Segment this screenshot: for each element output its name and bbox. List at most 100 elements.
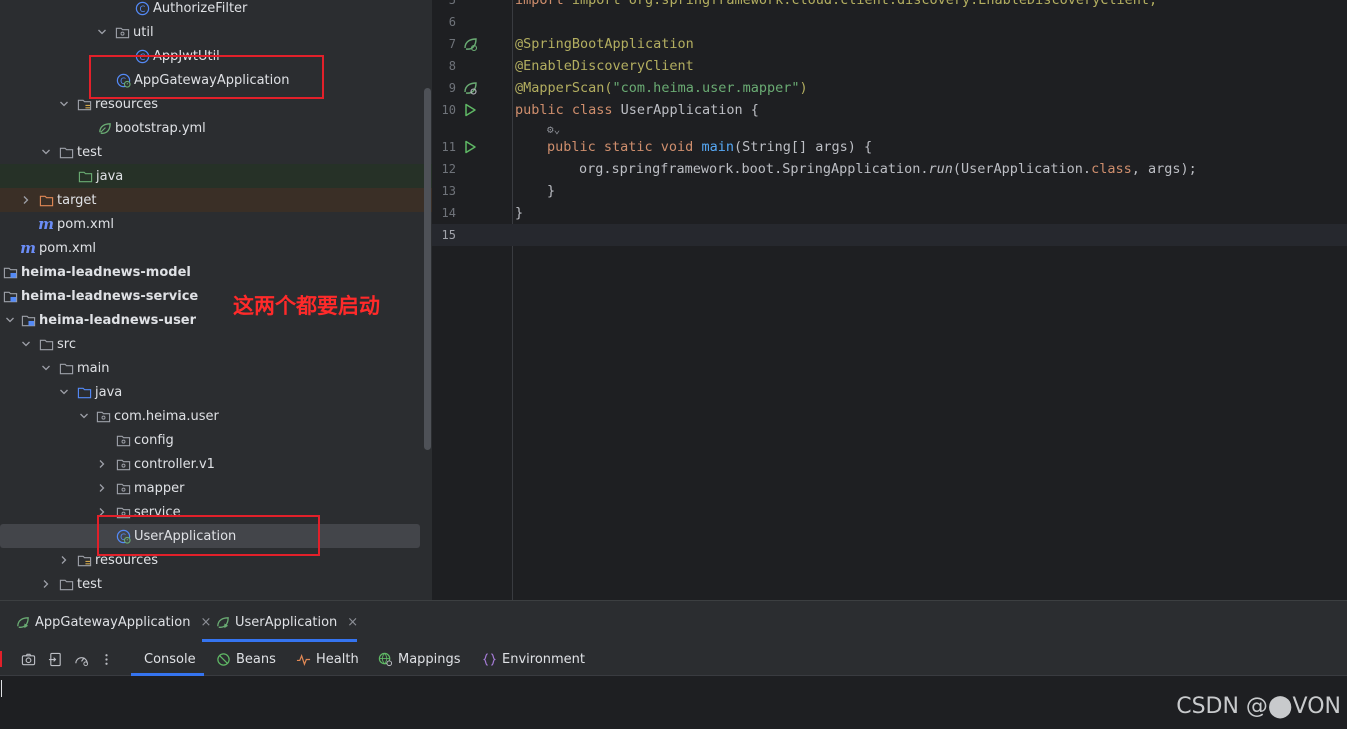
- tree-item-pom-xml[interactable]: m pom.xml: [0, 236, 432, 260]
- camera-icon[interactable]: [20, 651, 36, 667]
- beans-tab-label: Beans: [236, 651, 276, 667]
- tree-item-mapper[interactable]: mapper: [0, 476, 432, 500]
- chevron-down-icon[interactable]: [94, 24, 110, 40]
- run-tool-window-tabs: AppGatewayApplication × UserApplication …: [0, 600, 1347, 642]
- chevron-down-icon[interactable]: [38, 144, 54, 160]
- line-number: 6: [448, 15, 456, 29]
- keyword: class: [1091, 161, 1132, 177]
- tree-item-config[interactable]: config: [0, 428, 432, 452]
- line-number: 5: [448, 0, 456, 7]
- code-line: 8 @EnableDiscoveryClient: [432, 55, 1347, 77]
- line-number: 14: [441, 206, 456, 220]
- tree-item-main[interactable]: main: [0, 356, 432, 380]
- tree-item-heima-leadnews-model[interactable]: heima-leadnews-model: [0, 260, 432, 284]
- chevron-down-icon[interactable]: [56, 96, 72, 112]
- tree-item-label: controller.v1: [134, 456, 215, 472]
- spring-boot-run-icon: [214, 614, 230, 630]
- tree-item-util[interactable]: util: [0, 20, 432, 44]
- annotation-springbootapplication: @SpringBootApplication: [515, 36, 694, 52]
- code-line: 6: [432, 11, 1347, 33]
- import-keyword: import: [515, 0, 572, 8]
- run-gutter-icon[interactable]: [462, 102, 478, 118]
- line-number: 11: [441, 140, 456, 154]
- folder-icon: [58, 144, 74, 160]
- tree-item-label: com.heima.user: [114, 408, 219, 424]
- run-tab-appgatewayapplication[interactable]: AppGatewayApplication ×: [14, 609, 211, 635]
- test-source-folder-icon: [77, 168, 93, 184]
- current-code-line: 15: [432, 224, 1347, 246]
- environment-tab-label: Environment: [502, 651, 586, 667]
- tree-item-controller-v1[interactable]: controller.v1: [0, 452, 432, 476]
- health-tab[interactable]: Health: [295, 642, 359, 676]
- module-icon: [20, 312, 36, 328]
- package-icon: [115, 456, 131, 472]
- svg-text:C: C: [139, 3, 145, 13]
- more-options-icon[interactable]: [98, 651, 114, 667]
- text-caret: [1, 680, 2, 697]
- beans-tab[interactable]: Beans: [215, 642, 276, 676]
- environment-tab[interactable]: Environment: [481, 642, 585, 676]
- mappings-icon: [377, 651, 393, 667]
- environment-icon: [481, 651, 497, 667]
- line-number: 15: [441, 228, 456, 242]
- annotation-note: 这两个都要启动: [233, 294, 380, 318]
- highlight-box-user: [97, 515, 320, 556]
- code-line: 10 public class UserApplication {: [432, 99, 1347, 121]
- stop-indicator[interactable]: [0, 651, 2, 667]
- tree-item-target[interactable]: target: [0, 188, 432, 212]
- tree-item-label: bootstrap.yml: [115, 120, 206, 136]
- keyword: public static void: [547, 139, 702, 155]
- tree-item-com-heima-user[interactable]: com.heima.user: [0, 404, 432, 428]
- health-icon: [295, 651, 311, 667]
- package-icon: [95, 408, 111, 424]
- chevron-right-icon[interactable]: [38, 576, 54, 592]
- run-tab-userapplication[interactable]: UserApplication ×: [214, 609, 358, 635]
- close-icon[interactable]: ×: [200, 615, 211, 630]
- tree-item-src[interactable]: src: [0, 332, 432, 356]
- code-editor[interactable]: 5 import import org.springframework.clou…: [432, 0, 1347, 600]
- exit-icon[interactable]: [47, 651, 63, 667]
- mappings-tab[interactable]: Mappings: [377, 642, 461, 676]
- tree-item-test[interactable]: test: [0, 572, 432, 596]
- excluded-folder-icon: [38, 192, 54, 208]
- chevron-right-icon[interactable]: [18, 192, 34, 208]
- console-tab[interactable]: Console: [144, 642, 196, 676]
- tree-item-authorizefilter[interactable]: C AuthorizeFilter: [0, 0, 432, 20]
- module-icon: [2, 288, 18, 304]
- code-line: 11 public static void main(String[] args…: [432, 136, 1347, 158]
- tree-item-test-java[interactable]: java: [0, 164, 432, 188]
- chevron-right-icon[interactable]: [94, 456, 110, 472]
- tree-item-test[interactable]: test: [0, 140, 432, 164]
- tree-item-label: java: [96, 168, 124, 184]
- tree-item-label: pom.xml: [39, 240, 96, 256]
- run-gutter-icon[interactable]: [462, 139, 478, 155]
- close-icon[interactable]: ×: [347, 615, 358, 630]
- package-icon: [114, 24, 130, 40]
- method-name: main: [701, 139, 734, 155]
- chevron-down-icon[interactable]: [56, 384, 72, 400]
- tree-item-label: test: [77, 576, 102, 592]
- code-line: 12 org.springframework.boot.SpringApplic…: [432, 158, 1347, 180]
- chevron-down-icon[interactable]: [38, 360, 54, 376]
- source-folder-icon: [76, 384, 92, 400]
- chevron-right-icon[interactable]: [56, 552, 72, 568]
- tree-item-pom-xml[interactable]: m pom.xml: [0, 212, 432, 236]
- chevron-down-icon[interactable]: [76, 408, 92, 424]
- console-tab-label: Console: [144, 651, 196, 667]
- spring-bean-gutter-icon[interactable]: [462, 36, 478, 52]
- chevron-down-icon[interactable]: [2, 312, 18, 328]
- tree-item-bootstrap-yml[interactable]: bootstrap.yml: [0, 116, 432, 140]
- tree-item-label: heima-leadnews-user: [39, 312, 197, 328]
- closing-brace: }: [547, 183, 556, 199]
- folder-icon: [58, 576, 74, 592]
- tree-item-main-java[interactable]: java: [0, 380, 432, 404]
- call-args: (UserApplication.: [952, 161, 1092, 177]
- run-tab-label: AppGatewayApplication: [35, 614, 191, 630]
- closing-brace: }: [515, 205, 524, 221]
- tree-scrollbar[interactable]: [424, 88, 431, 450]
- console-output[interactable]: CSDN @⬤VON: [0, 676, 1347, 729]
- spring-bean-search-gutter-icon[interactable]: [462, 80, 478, 96]
- chevron-right-icon[interactable]: [94, 480, 110, 496]
- gauge-icon[interactable]: [73, 651, 89, 667]
- chevron-down-icon[interactable]: [18, 336, 34, 352]
